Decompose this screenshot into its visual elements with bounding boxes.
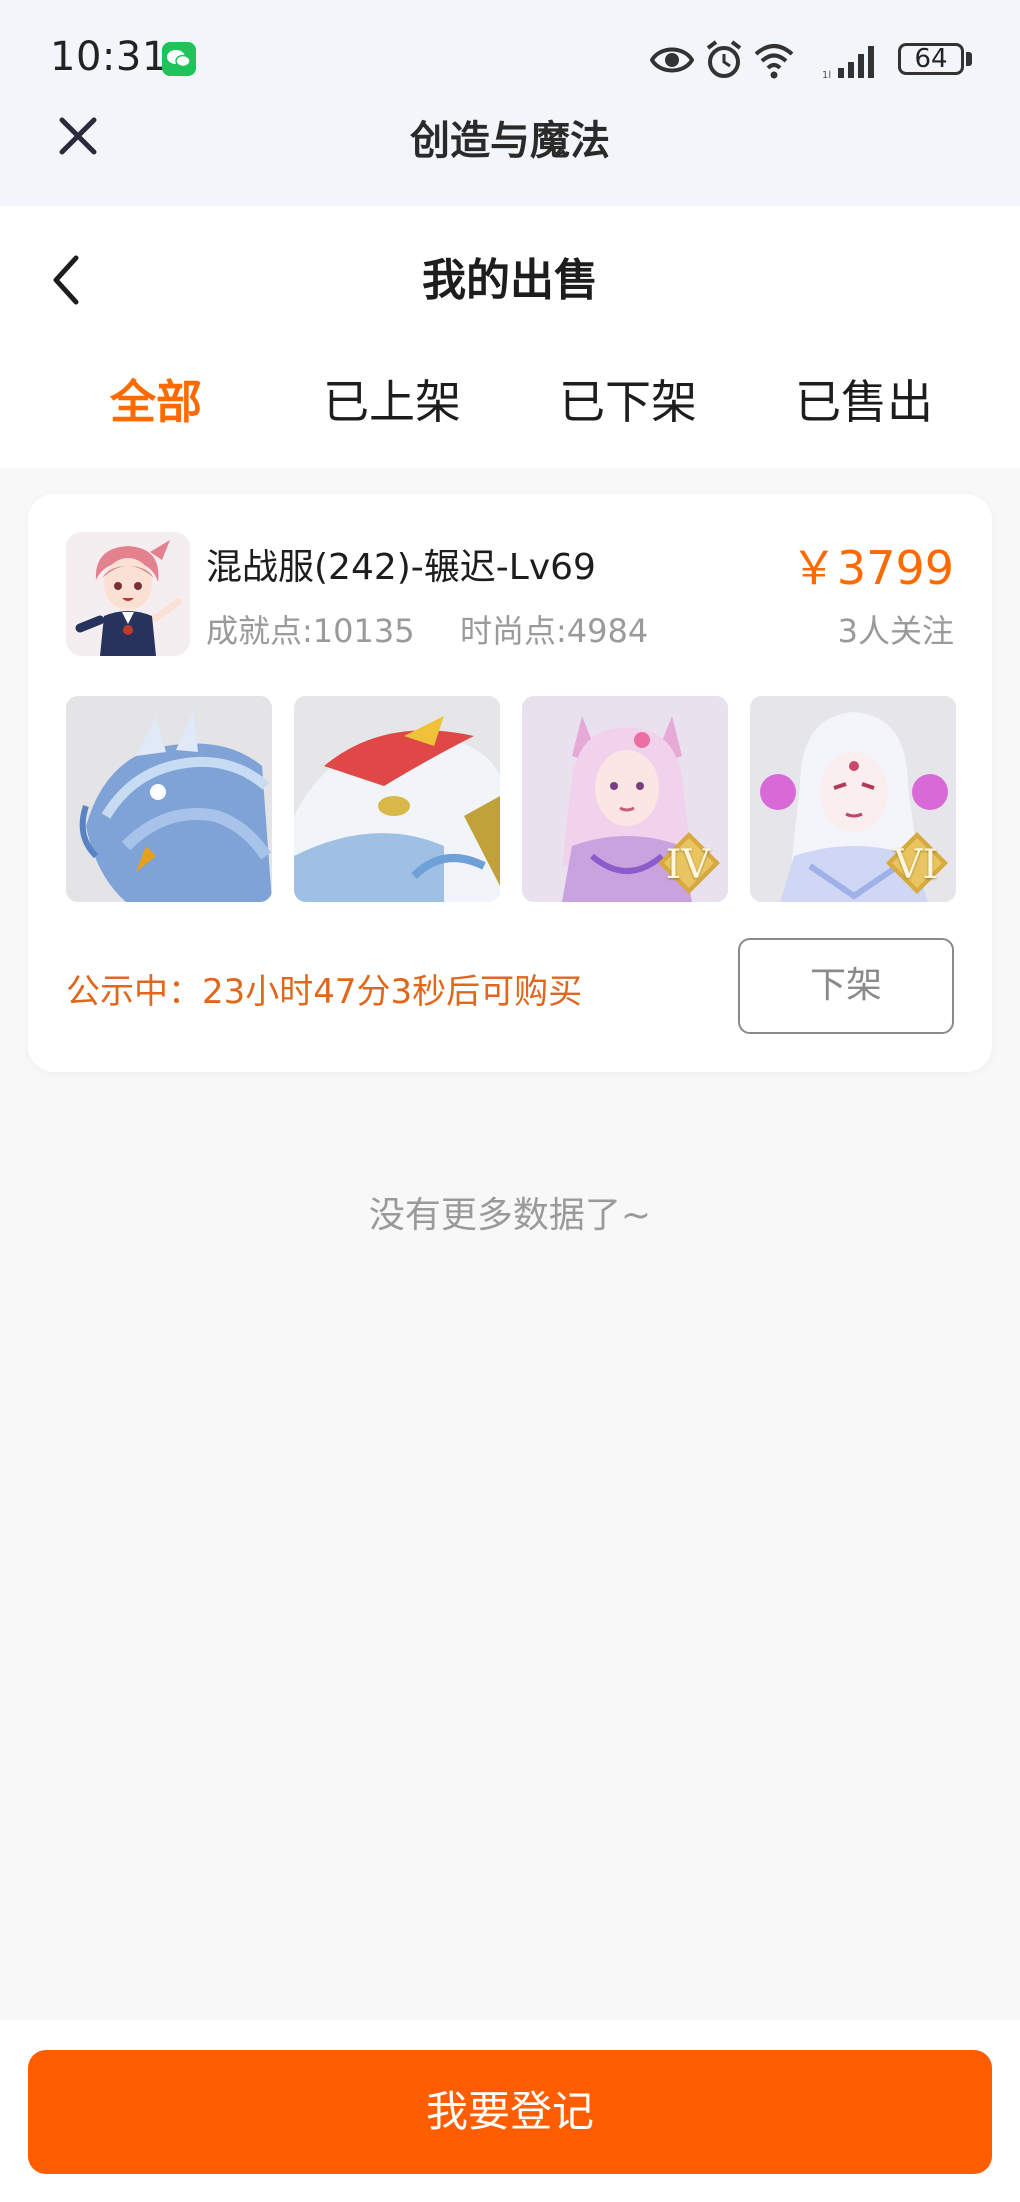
notice-countdown: 公示中：23小时47分3秒后可购买	[66, 972, 583, 1012]
signal-icon: 1l	[822, 46, 874, 81]
no-more-data: 没有更多数据了~	[368, 1195, 652, 1236]
achievement-points: 成就点:10135	[206, 612, 415, 650]
tab-bar: 全部 已上架 已下架 已售出	[0, 366, 1020, 446]
status-time: 10:31	[50, 34, 168, 80]
wechat-icon	[162, 42, 196, 76]
top-area: 10:31 1l 64 创造与魔法	[0, 0, 1020, 206]
listing-card[interactable]: 混战服(242)-辗迟-Lv69 成就点:10135 时尚点:4984 ￥379…	[28, 494, 992, 1072]
eye-icon	[650, 47, 694, 73]
listing-title: 混战服(242)-辗迟-Lv69	[206, 547, 596, 588]
thumbnail-blue-dragon[interactable]	[66, 696, 272, 902]
followers-count: 3人关注	[837, 612, 954, 650]
svg-text:1l: 1l	[822, 70, 831, 81]
battery-icon: 64	[898, 43, 964, 75]
wifi-icon	[754, 44, 794, 79]
price: ￥3799	[790, 541, 954, 595]
rank-label: IV	[665, 842, 711, 888]
delist-button[interactable]: 下架	[738, 938, 954, 1034]
fashion-points: 时尚点:4984	[460, 612, 649, 650]
page-header: 我的出售 全部 已上架 已下架 已售出	[0, 206, 1020, 468]
bottom-bar: 我要登记	[0, 2020, 1020, 2202]
rank-label: VI	[893, 842, 939, 888]
thumbnail-row: IV VI	[66, 696, 956, 902]
battery-nub	[966, 52, 972, 66]
tab-all[interactable]: 全部	[38, 366, 274, 432]
alarm-icon	[706, 40, 742, 78]
tab-listed[interactable]: 已上架	[274, 366, 510, 432]
register-button[interactable]: 我要登记	[28, 2050, 992, 2174]
page-title: 我的出售	[422, 255, 598, 306]
avatar	[66, 532, 190, 656]
app-title: 创造与魔法	[410, 118, 610, 164]
thumbnail-fish[interactable]	[294, 696, 500, 902]
thumbnail-white-hair-girl[interactable]: VI	[750, 696, 956, 902]
tab-delisted[interactable]: 已下架	[510, 366, 746, 432]
tab-sold[interactable]: 已售出	[746, 366, 982, 432]
thumbnail-fox-girl[interactable]: IV	[522, 696, 728, 902]
